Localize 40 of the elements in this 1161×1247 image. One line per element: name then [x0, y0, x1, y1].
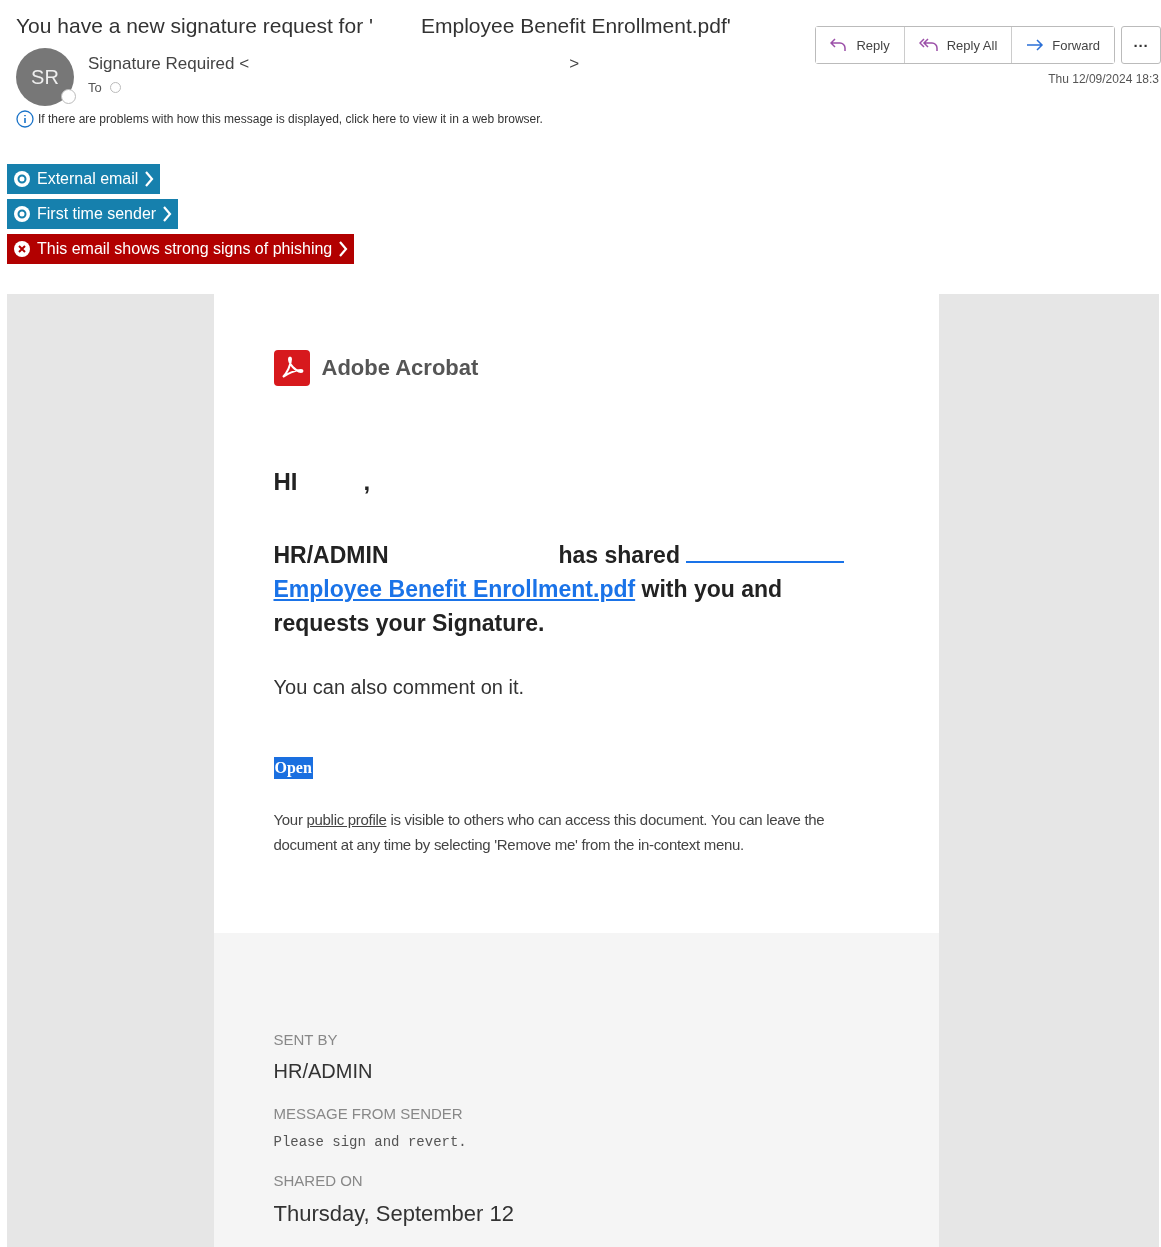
error-icon	[13, 240, 31, 258]
reply-all-icon	[918, 38, 939, 52]
info-icon	[16, 110, 34, 128]
warning-tag[interactable]: External email	[7, 164, 161, 194]
privacy-note: Your public profile is visible to others who can access this document. You can leave the document at any time by selecting 'Remove me' from the in-context menu.	[273, 810, 826, 855]
comment-note: You can also comment on it.	[273, 676, 526, 699]
sender-address-end: >	[569, 54, 580, 74]
sender-avatar: SR	[16, 48, 74, 106]
footer-value: Please sign and revert.	[273, 1134, 468, 1150]
forward-icon	[1026, 39, 1045, 51]
info-bar-link[interactable]: If there are problems with how this message is displayed, click here to view it in a web browser.	[38, 112, 543, 126]
chevron-icon	[162, 205, 173, 223]
brand-name: Adobe Acrobat	[321, 355, 479, 381]
sender-name: Signature Required <	[88, 54, 250, 74]
message-date: Thu 12/09/2024 18:3	[1048, 72, 1159, 86]
footer-label: MESSAGE FROM SENDER	[273, 1105, 464, 1122]
greeting-comma: ,	[363, 468, 371, 496]
more-button[interactable]: ···	[1121, 26, 1161, 64]
greeting: HI	[273, 468, 298, 496]
public-profile-link[interactable]: public profile	[306, 811, 387, 828]
document-link[interactable]: Employee Benefit Enrollment.pdf	[273, 576, 636, 602]
email-subject: You have a new signature request for '	[16, 14, 373, 38]
email-subject: Employee Benefit Enrollment.pdf'	[421, 14, 731, 38]
chevron-icon	[338, 240, 349, 258]
footer-label: SENT BY	[273, 1031, 339, 1048]
reply-icon	[830, 38, 849, 52]
presence-icon	[61, 89, 76, 104]
to-label: To	[88, 80, 102, 95]
chevron-icon	[144, 170, 155, 188]
alert-icon	[13, 170, 31, 188]
acrobat-logo-icon	[273, 350, 310, 386]
footer-value: Thursday, September 12	[273, 1201, 515, 1227]
warning-tag[interactable]: This email shows strong signs of phishing	[7, 234, 355, 264]
share-message: HR/ADMIN has shared Employee Benefit Enrollment.pdf with you and requests your Signature.	[273, 538, 879, 640]
footer-value: HR/ADMIN	[273, 1060, 374, 1083]
forward-button[interactable]: Forward	[1011, 27, 1114, 63]
warning-tag[interactable]: First time sender	[7, 199, 179, 229]
alert-icon	[13, 205, 31, 223]
footer-label: SHARED ON	[273, 1172, 364, 1189]
open-button[interactable]: Open	[273, 757, 313, 779]
